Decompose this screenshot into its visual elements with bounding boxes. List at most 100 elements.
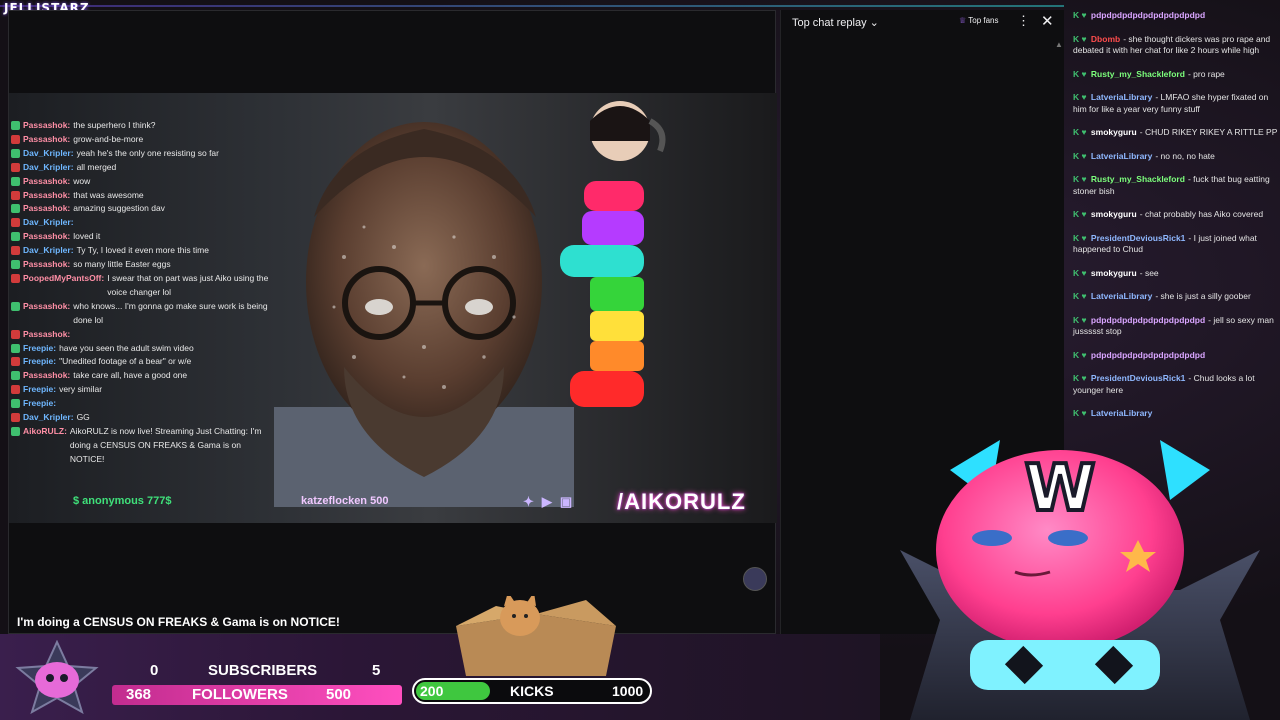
chat-badges-icon: K ♥: [1073, 314, 1089, 325]
chat-username[interactable]: Rusty_my_Shackleford: [1091, 174, 1185, 184]
overlay-chat-username: Passashok:: [23, 370, 71, 381]
chat-username[interactable]: LatveriaLibrary: [1091, 291, 1152, 301]
svg-text:W: W: [1025, 452, 1096, 526]
chat-badge-icon: [11, 385, 20, 395]
chat-username[interactable]: PresidentDeviousRick1: [1091, 233, 1185, 243]
chat-message: K ♥ LatveriaLibrary - she is just a silly…: [1068, 291, 1280, 303]
overlay-chat-text: have you seen the adult swim video: [59, 342, 194, 353]
chat-username[interactable]: smokyguru: [1091, 127, 1137, 137]
chat-username[interactable]: pdpdpdpdpdpdpdpdpdpdpd: [1091, 315, 1205, 325]
overlay-chat-row: Freepie: "Unedited footage of a bear" or …: [11, 355, 275, 369]
overlay-chat-username: Freepie:: [23, 356, 57, 367]
overlay-chat-text: grow-and-be-more: [73, 133, 144, 144]
close-icon[interactable]: ✕: [1041, 12, 1054, 30]
overlay-chat-text: GG: [76, 412, 90, 423]
followers-current: 368: [126, 686, 152, 703]
top-accent-bar: [0, 5, 1064, 7]
chat-username[interactable]: LatveriaLibrary: [1091, 151, 1152, 161]
chat-username[interactable]: LatveriaLibrary: [1091, 408, 1152, 418]
kicks-goal-value: 1000: [612, 683, 644, 699]
top-fans-button[interactable]: ♕ Top fans: [959, 16, 999, 25]
chat-username[interactable]: smokyguru: [1091, 268, 1137, 278]
overlay-chat-text: wow: [73, 175, 91, 186]
channel-handle: /AIKORULZ: [617, 489, 746, 514]
streamer-avatar[interactable]: [743, 567, 767, 591]
chat-username[interactable]: PresidentDeviousRick1: [1091, 373, 1185, 383]
chat-username[interactable]: Dbomb: [1091, 34, 1120, 44]
overlay-chat-text: so many little Easter eggs: [73, 259, 171, 270]
chat-badges-icon: K ♥: [1073, 373, 1089, 383]
top-fans-label: Top fans: [968, 16, 999, 25]
overlay-chat-text: "Unedited footage of a bear" or w/e: [59, 356, 192, 367]
chat-message: K ♥ pdpdpdpdpdpdpdpdpdpdpd - jell so sexy…: [1068, 315, 1280, 338]
overlay-chat-username: Passashok:: [23, 259, 71, 270]
chat-replay-title: Top chat replay: [792, 17, 867, 29]
overlay-chat-row: Dav_Kripler:: [11, 216, 275, 230]
overlay-chat-username: Passashok:: [23, 133, 71, 144]
overlay-chat-username: Freepie:: [23, 398, 57, 409]
overlay-chat-row: Passashok: loved it: [11, 230, 275, 244]
chat-badges-icon: K ♥: [1073, 232, 1089, 243]
overlay-chat-row: Passashok: that was awesome: [11, 189, 275, 203]
chat-message: K ♥ LatveriaLibrary - LMFAO she hyper fix…: [1068, 92, 1280, 115]
chat-username[interactable]: smokyguru: [1091, 209, 1137, 219]
chat-message: K ♥ smokyguru - chat probably has Aiko co…: [1068, 209, 1280, 221]
overlay-chat-text: the superhero I think?: [73, 120, 156, 130]
chat-username[interactable]: pdpdpdpdpdpdpdpdpdpdpd: [1091, 10, 1205, 20]
goal-stats-bar: 0 SUBSCRIBERS 5 368 FOLLOWERS 500 200 KI…: [0, 634, 880, 720]
overlay-chat-text: I swear that on part was just Aiko using…: [107, 272, 269, 297]
overlay-chat-row: Dav_Kripler: yeah he's the only one resis…: [11, 147, 275, 161]
donation-ticker: $ anonymous 777$ katzeflocken 500 ✦▶▣ /A…: [9, 485, 777, 519]
ticker-donor-2: katzeflocken 500: [301, 495, 389, 507]
chat-badge-icon: [11, 399, 20, 409]
chat-badge-icon: [11, 176, 20, 186]
chevron-down-icon: ⌄: [869, 17, 879, 29]
chat-replay-dropdown[interactable]: Top chat replay ⌄: [792, 16, 879, 29]
chat-badges-icon: K ♥: [1073, 408, 1089, 418]
twitter-icon: ✦: [523, 494, 542, 509]
chat-badge-icon: [11, 232, 20, 242]
chat-badge-icon: [11, 413, 20, 423]
overlay-chat-row: Passashok: grow-and-be-more: [11, 133, 275, 147]
overlay-chat-username: Freepie:: [23, 384, 57, 395]
overlay-chat-text: that was awesome: [73, 189, 144, 200]
stream-title: I'm doing a CENSUS ON FREAKS & Gama is o…: [17, 615, 340, 629]
twitch-icon: ▣: [559, 494, 581, 509]
chat-username[interactable]: pdpdpdpdpdpdpdpdpdpdpd: [1091, 350, 1205, 360]
overlay-chat-text: loved it: [73, 231, 101, 242]
overlay-chat-row: Passashok: the superhero I think?: [11, 119, 275, 133]
chat-username[interactable]: LatveriaLibrary: [1091, 92, 1152, 102]
subscribers-label: SUBSCRIBERS: [208, 662, 318, 679]
chat-badge-icon: [11, 426, 20, 436]
overlay-chat-username: Passashok:: [23, 175, 71, 186]
overlay-chat-username: Passashok:: [23, 189, 71, 200]
chat-badge-icon: [11, 371, 20, 381]
chat-badge-icon: [11, 343, 20, 353]
kebab-icon[interactable]: ⋮: [1017, 13, 1030, 29]
chat-message: K ♥ PresidentDeviousRick1- I just joined…: [1068, 233, 1280, 256]
chat-username[interactable]: Rusty_my_Shackleford: [1091, 69, 1185, 79]
chat-badges-icon: K ♥: [1073, 349, 1089, 360]
chat-badges-icon: K ♥: [1073, 209, 1089, 219]
overlay-chat-text: amazing suggestion dav: [73, 203, 165, 214]
chat-badge-icon: [11, 148, 20, 158]
overlay-chat-row: Passashok: so many little Easter eggs: [11, 258, 275, 272]
overlay-chat-text: all merged: [76, 161, 117, 172]
chat-badges-icon: K ♥: [1073, 150, 1089, 161]
chat-message: K ♥ smokyguru - CHUD RIKEY RIKEY A RITTLE…: [1068, 127, 1280, 139]
overlay-chat-username: Passashok:: [23, 328, 71, 339]
chat-message: K ♥ pdpdpdpdpdpdpdpdpdpdpd: [1068, 10, 1280, 22]
chat-message: K ♥ LatveriaLibrary - no no, no hate: [1068, 151, 1280, 163]
kicks-current: 200: [420, 683, 444, 699]
chat-message: K ♥ pdpdpdpdpdpdpdpdpdpdpd: [1068, 350, 1280, 362]
chat-text: - CHUD RIKEY RIKEY A RITTLE PP: [1139, 127, 1278, 137]
scroll-up-icon[interactable]: ▲: [1055, 40, 1063, 49]
kicks-goal: 200 KICKS 1000: [412, 678, 652, 704]
chat-badge-icon: [11, 357, 20, 367]
chat-badges-icon: K ♥: [1073, 92, 1089, 102]
chat-message: K ♥ Rusty_my_Shackleford - fuck that bug …: [1068, 174, 1280, 197]
overlay-chat-text: Ty Ty, I loved it even more this time: [76, 245, 209, 256]
right-chat-feed: K ♥ pdpdpdpdpdpdpdpdpdpdpd K ♥ Dbomb - she…: [1068, 10, 1280, 432]
jelly-avatar-icon: [15, 640, 99, 714]
video-frame[interactable]: Passashok: the superhero I think? Passasho…: [9, 93, 777, 523]
